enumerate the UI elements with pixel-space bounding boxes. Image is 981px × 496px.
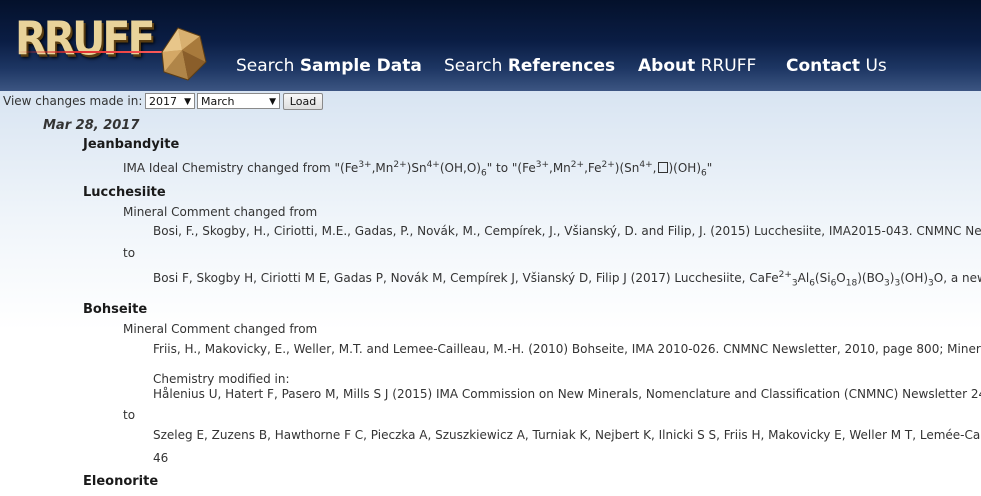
comment-new-text-cont: 46 bbox=[153, 451, 169, 465]
dropdown-arrow-icon: ▼ bbox=[184, 97, 191, 107]
dropdown-arrow-icon: ▼ bbox=[269, 97, 276, 107]
nav-search-sample-data[interactable]: Search Sample Data bbox=[236, 56, 422, 76]
chemistry-modified-label: Chemistry modified in: bbox=[153, 372, 290, 386]
rruff-logo[interactable]: RRUFF bbox=[15, 12, 155, 66]
nav-about-rruff[interactable]: About RRUFF bbox=[638, 56, 756, 76]
nav-search-references[interactable]: Search References bbox=[444, 56, 615, 76]
change-date-heading: Mar 28, 2017 bbox=[43, 118, 140, 133]
chemistry-modified-text: Hålenius U, Hatert F, Pasero M, Mills S … bbox=[153, 387, 981, 401]
month-select[interactable]: March ▼ bbox=[197, 93, 280, 109]
to-label: to bbox=[123, 246, 136, 260]
chemistry-change-line: IMA Ideal Chemistry changed from "(Fe3+,… bbox=[123, 160, 713, 179]
comment-change-label: Mineral Comment changed from bbox=[123, 205, 318, 219]
mineral-name-jeanbandyite[interactable]: Jeanbandyite bbox=[83, 137, 179, 152]
nav-contact-us[interactable]: Contact Us bbox=[786, 56, 887, 76]
year-select[interactable]: 2017 ▼ bbox=[145, 93, 195, 109]
comment-new-text: Szeleg E, Zuzens B, Hawthorne F C, Piecz… bbox=[153, 428, 981, 442]
mineral-crystal-icon bbox=[161, 27, 207, 81]
mineral-name-bohseite[interactable]: Bohseite bbox=[83, 302, 147, 317]
month-select-value: March bbox=[201, 95, 235, 108]
vacancy-box-icon bbox=[657, 162, 668, 173]
mineral-name-eleonorite[interactable]: Eleonorite bbox=[83, 474, 158, 489]
mineral-name-lucchesiite[interactable]: Lucchesiite bbox=[83, 185, 166, 200]
load-button[interactable]: Load bbox=[283, 93, 323, 110]
view-changes-label: View changes made in: bbox=[3, 94, 143, 108]
comment-old-text: Bosi, F., Skogby, H., Ciriotti, M.E., Ga… bbox=[153, 224, 981, 238]
comment-new-text: Bosi F, Skogby H, Ciriotti M E, Gadas P,… bbox=[153, 270, 981, 289]
site-header: RRUFF Search Sample Data Search Referenc… bbox=[0, 0, 981, 91]
comment-old-text: Friis, H., Makovicky, E., Weller, M.T. a… bbox=[153, 342, 981, 356]
year-select-value: 2017 bbox=[149, 95, 177, 108]
logo-laser-line bbox=[15, 51, 173, 53]
comment-change-label: Mineral Comment changed from bbox=[123, 322, 318, 336]
to-label: to bbox=[123, 408, 136, 422]
